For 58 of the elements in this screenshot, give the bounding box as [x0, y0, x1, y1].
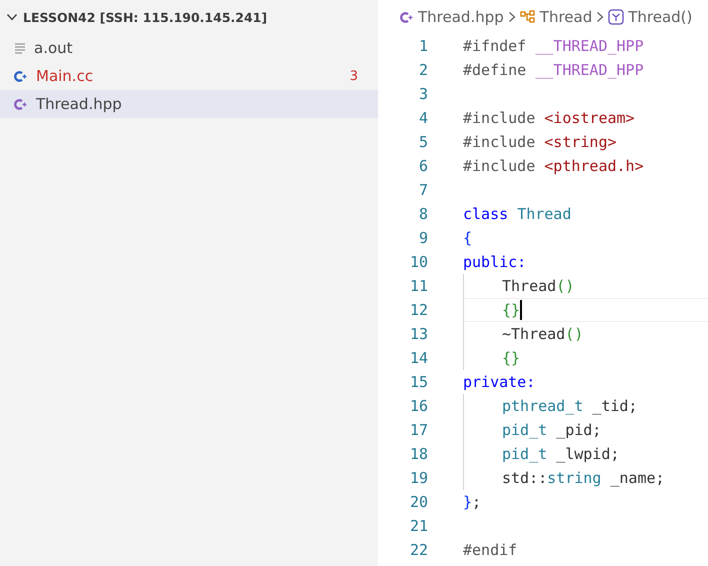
- code-line: ~Thread(): [502, 325, 584, 343]
- chevron-right-icon: [508, 11, 516, 23]
- breadcrumb[interactable]: Thread(): [628, 8, 692, 26]
- line-number: 6: [418, 157, 428, 175]
- class-icon: [520, 10, 536, 24]
- line-number: 17: [408, 421, 428, 439]
- file-item[interactable]: Main.cc 3: [0, 62, 378, 90]
- line-number: 7: [418, 181, 428, 199]
- line-number: 12: [408, 301, 428, 319]
- code-line: #include <iostream>: [463, 109, 635, 127]
- line-number: 11: [408, 277, 428, 295]
- code-line: };: [463, 493, 482, 511]
- code-line: #endif: [463, 541, 518, 559]
- breadcrumb[interactable]: Thread: [540, 8, 592, 26]
- line-number: 4: [418, 109, 428, 127]
- text-file-icon: [14, 42, 26, 54]
- line-number: 14: [408, 349, 428, 367]
- line-number: 19: [408, 469, 428, 487]
- cpp-file-icon: [14, 98, 28, 110]
- line-number: 3: [418, 85, 428, 103]
- code-line: #define __THREAD_HPP: [463, 61, 644, 79]
- line-number: 9: [418, 229, 428, 247]
- code-line: pid_t _pid;: [502, 421, 602, 439]
- code-line: #include <pthread.h>: [463, 157, 644, 175]
- line-number: 16: [408, 397, 428, 415]
- code-line: public:: [463, 253, 526, 271]
- line-number: 2: [418, 61, 428, 79]
- line-number: 13: [408, 325, 428, 343]
- code-line: std::string _name;: [502, 469, 665, 487]
- file-item[interactable]: a.out: [0, 34, 378, 62]
- line-number: 20: [408, 493, 428, 511]
- code-line: class Thread: [463, 205, 572, 223]
- problem-count: 3: [350, 68, 358, 84]
- code-line: Thread(): [502, 277, 574, 295]
- code-line: #ifndef __THREAD_HPP: [463, 37, 644, 55]
- code-line: {}: [502, 349, 520, 367]
- code-line: {}: [502, 301, 520, 319]
- line-number: 21: [408, 517, 428, 535]
- line-number: 1: [418, 37, 428, 55]
- code-line: #include <string>: [463, 133, 617, 151]
- line-number: 22: [408, 541, 428, 559]
- line-number: 18: [408, 445, 428, 463]
- cpp-file-icon: [400, 10, 414, 24]
- line-number: 5: [418, 133, 428, 151]
- chevron-right-icon: [596, 11, 604, 23]
- cpp-file-icon: [14, 70, 28, 82]
- breadcrumb[interactable]: Thread.hpp: [418, 8, 504, 26]
- code-line: pid_t _lwpid;: [502, 445, 620, 463]
- code-line: {: [463, 229, 472, 247]
- line-number: 10: [408, 253, 428, 271]
- cube-icon: [608, 9, 624, 25]
- text-cursor: [520, 300, 522, 320]
- line-number: 15: [408, 373, 428, 391]
- folder-title: LESSON42 [SSH: 115.190.145.241]: [23, 10, 268, 24]
- code-line: private:: [463, 373, 536, 391]
- line-number: 8: [418, 205, 428, 223]
- file-item[interactable]: Thread.hpp: [0, 90, 378, 118]
- code-line: pthread_t _tid;: [502, 397, 638, 415]
